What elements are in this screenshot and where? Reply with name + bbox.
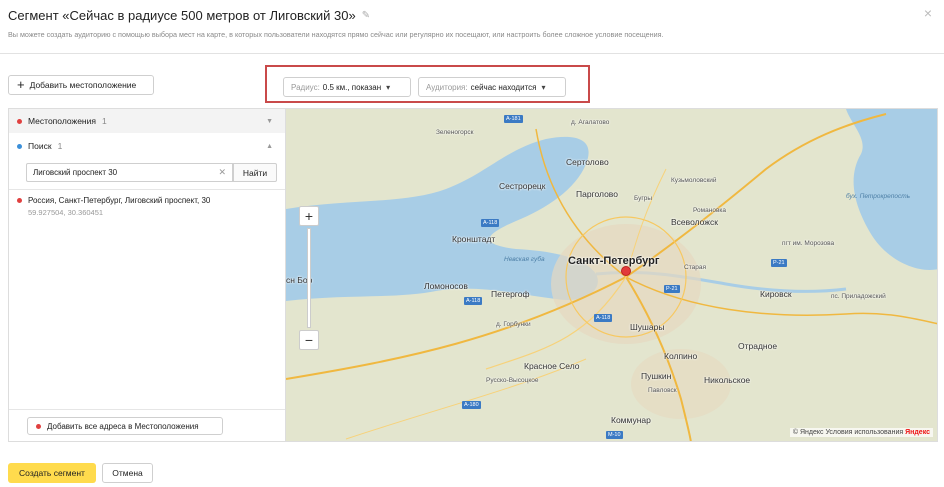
map-label-shushary: Шушары [630,322,665,332]
map-label-pavlovsk: Павловск [648,387,677,394]
map-label-bay-petro: бух. Петрокрепость [846,193,911,200]
map-label-bay-finn: Невская губа [504,256,545,263]
pencil-icon[interactable]: ✎ [362,10,372,21]
copyright-text: © Яндекс Условия использования [792,429,904,436]
locations-section-header[interactable]: Местоположения 1 ▼ [9,109,285,133]
locations-panel: Местоположения 1 ▼ Поиск 1 ▲ Лиговский п… [8,108,285,442]
location-marker[interactable] [621,266,631,276]
result-coords: 59.927504, 30.360451 [28,208,104,217]
map[interactable]: д. Агалатово Зеленогорск Сертолово Кузьм… [285,108,938,442]
map-copyright[interactable]: © Яндекс Условия использования Яндекс [789,428,933,437]
clear-icon[interactable]: ✕ [218,164,226,181]
map-label-krasnoe-selo: Красное Село [524,361,580,371]
zoom-out-button[interactable]: − [299,330,319,350]
map-label-vsevolozhsk: Всеволожск [671,217,718,227]
map-label-romanovka: Романовка [693,207,727,214]
audience-value: сейчас находится [470,82,537,92]
zoom-slider[interactable] [307,228,311,328]
filters-highlight: Радиус: 0.5 км., показан ▾ Аудитория: се… [265,65,590,103]
map-background [286,109,937,441]
search-label: Поиск [28,141,52,151]
plus-icon: + [17,77,25,92]
map-label-spb: Санкт-Петербург [568,255,660,267]
map-label-pushkin: Пушкин [641,371,672,381]
map-label-lomonosov: Ломоносов [424,281,468,291]
add-all-label: Добавить все адреса в Местоположения [47,421,199,431]
map-label-sestroretsk: Сестрорецк [499,181,546,191]
create-segment-button[interactable]: Создать сегмент [8,463,96,483]
road-badge: A-118 [464,297,483,305]
road-badge: P-21 [771,259,787,267]
road-badge: A-180 [462,401,481,409]
map-label-nikolskoe: Никольское [704,375,751,385]
search-input[interactable]: Лиговский проспект 30 ✕ [26,163,233,182]
radius-dropdown[interactable]: Радиус: 0.5 км., показан ▾ [283,77,411,97]
road-badge: A-118 [481,219,500,227]
chevron-up-icon: ▲ [266,142,273,150]
map-label-bugry: Бугры [634,195,653,202]
search-result-item[interactable]: Россия, Санкт-Петербург, Лиговский просп… [17,196,210,205]
map-label-agalatovo: д. Агалатово [571,119,610,126]
title-row: Сегмент «Сейчас в радиусе 500 метров от … [8,8,372,23]
radius-value: 0.5 км., показан [322,82,382,92]
chevron-down-icon: ▼ [266,117,273,125]
map-label-kuzmolovsky: Кузьмоловский [671,177,717,184]
search-section-header[interactable]: Поиск 1 ▲ [9,137,285,155]
road-badge: M-10 [606,431,623,439]
road-badge: P-21 [664,285,680,293]
road-badge: A-118 [594,314,613,322]
zoom-in-button[interactable]: + [299,206,319,226]
search-input-value: Лиговский проспект 30 [33,168,118,177]
close-icon[interactable]: × [924,6,932,20]
map-label-prilad: пс. Приладожский [831,293,886,300]
search-dot-icon [17,143,22,149]
divider [9,409,285,410]
locations-count: 1 [101,116,107,126]
chevron-down-icon: ▾ [541,82,546,92]
road-badge: A-181 [504,115,523,123]
location-dot-icon [17,118,22,124]
map-label-gorbunki: д. Горбунки [496,321,531,328]
add-all-addresses-button[interactable]: Добавить все адреса в Местоположения [27,417,223,435]
search-count: 1 [57,141,63,151]
divider [0,53,944,54]
map-label-zelenogorsk: Зеленогорск [436,129,474,136]
map-label-petergof: Петергоф [491,289,530,299]
audience-label: Аудитория: [426,82,468,92]
divider [9,189,285,190]
add-location-label: Добавить местоположение [29,80,137,90]
map-label-otradnoe: Отрадное [738,341,778,351]
map-label-russko: Русско-Высоцкое [486,377,539,384]
chevron-down-icon: ▾ [386,82,391,92]
find-button[interactable]: Найти [233,163,277,182]
location-dot-icon [36,423,41,429]
map-label-kolpino: Колпино [664,351,698,361]
cancel-button[interactable]: Отмена [102,463,153,483]
yandex-logo: Яндекс [905,429,930,436]
map-label-starya: Старая [684,264,706,271]
map-label-kronshtadt: Кронштадт [452,234,496,244]
page-title: Сегмент «Сейчас в радиусе 500 метров от … [8,8,356,23]
result-address: Россия, Санкт-Петербург, Лиговский просп… [28,196,211,205]
map-label-pargolovo: Парголово [576,189,618,199]
page-subtitle: Вы можете создать аудиторию с помощью вы… [8,30,664,39]
radius-label: Радиус: [291,82,320,92]
map-label-kommunar: Коммунар [611,415,651,425]
map-label-kirovsk: Кировск [760,289,792,299]
result-dot-icon [17,198,22,203]
locations-label: Местоположения [28,116,96,126]
map-label-sertolovo: Сертолово [566,157,609,167]
add-location-button[interactable]: + Добавить местоположение [8,75,154,95]
audience-dropdown[interactable]: Аудитория: сейчас находится ▾ [418,77,566,97]
map-label-morozova: пгт им. Морозова [782,240,835,247]
